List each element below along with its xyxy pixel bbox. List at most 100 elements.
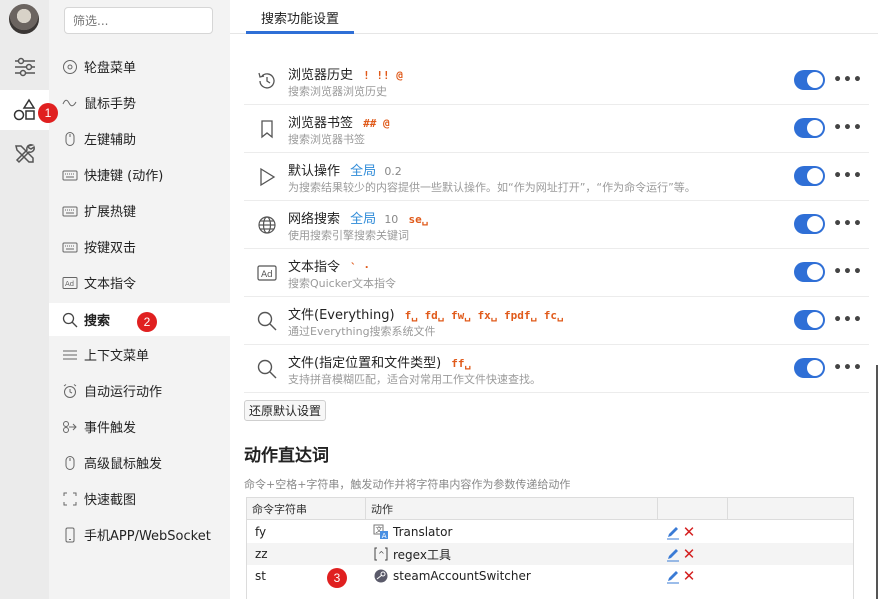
ad-icon: Ad (256, 262, 278, 284)
sidebar-item-label: 文本指令 (84, 277, 137, 292)
sidebar-item-screenshot[interactable]: 快速截图 (49, 482, 230, 515)
feature-prefix: ff␣ (451, 357, 472, 370)
main-panel: 搜索功能设置 浏览器历史 ! !! @ 搜索浏览器浏览历史 ••• 浏览器书签 … (230, 0, 878, 599)
sidebar-item-extended-hotkey[interactable]: 扩展热键 (49, 194, 230, 227)
phone-icon (62, 527, 78, 543)
feature-toggle[interactable] (794, 70, 825, 90)
translate-icon: 文A (373, 524, 389, 540)
feature-title-line: 文件(指定位置和文件类型) ff␣ (288, 352, 471, 371)
feature-row-browser-bookmarks: 浏览器书签 ## @ 搜索浏览器书签 ••• (244, 105, 869, 153)
annotation-marker-3: 3 (327, 568, 347, 588)
feature-toggle[interactable] (794, 358, 825, 378)
feature-scope: 全局 (350, 164, 377, 179)
more-options-icon[interactable]: ••• (833, 167, 862, 185)
crop-icon (62, 491, 78, 507)
sidebar-item-left-click[interactable]: 左键辅助 (49, 122, 230, 155)
more-options-icon[interactable]: ••• (833, 359, 862, 377)
feature-desc: 搜索浏览器浏览历史 (288, 85, 387, 98)
feature-toggle[interactable] (794, 214, 825, 234)
feature-desc: 搜索Quicker文本指令 (288, 277, 397, 290)
sidebar-item-event-trigger[interactable]: 事件触发 (49, 410, 230, 443)
sidebar-item-context-menu[interactable]: 上下文菜单 (49, 338, 230, 371)
feature-prefix: f␣ fd␣ fw␣ fx␣ fpdf␣ fc␣ (404, 309, 564, 322)
sidebar-item-text-command[interactable]: Ad 文本指令 (49, 266, 230, 299)
delete-icon[interactable]: ✕ (682, 545, 696, 563)
more-options-icon[interactable]: ••• (833, 263, 862, 281)
reset-defaults-button[interactable]: 还原默认设置 (244, 400, 326, 421)
sidebar-item-label: 搜索 (84, 314, 111, 329)
sidebar-item-hotkey-action[interactable]: 快捷键 (动作) (49, 158, 230, 191)
table-row[interactable]: zz ^ regex工具 ✕ (247, 543, 853, 565)
sidebar-item-wheel-menu[interactable]: 轮盘菜单 (49, 50, 230, 83)
feature-title: 文件(Everything) (288, 308, 395, 323)
sidebar-item-double-press[interactable]: 按键双击 (49, 230, 230, 263)
table-row[interactable]: fy 文A Translator ✕ (247, 521, 853, 543)
sidebar-item-auto-run[interactable]: 自动运行动作 (49, 374, 230, 407)
sidebar-item-mobile-websocket[interactable]: 手机APP/WebSocket (49, 518, 230, 551)
feature-title-line: 浏览器书签 ## @ (288, 112, 390, 131)
feature-scope: 全局 (350, 212, 377, 227)
filter-input[interactable] (64, 7, 213, 34)
feature-title: 默认操作 (288, 164, 341, 179)
tools-icon[interactable] (0, 134, 49, 174)
action-cell: steamAccountSwitcher (373, 565, 531, 587)
sidebar-item-label: 扩展热键 (84, 205, 137, 220)
feature-desc: 为搜索结果较少的内容提供一些默认操作。如“作为网址打开”，“作为命令运行”等。 (288, 181, 696, 194)
column-header-command[interactable]: 命令字符串 (247, 498, 366, 520)
search-icon (256, 310, 278, 332)
feature-toggle[interactable] (794, 166, 825, 186)
more-options-icon[interactable]: ••• (833, 215, 862, 233)
more-options-icon[interactable]: ••• (833, 119, 862, 137)
sidebar-item-label: 自动运行动作 (84, 385, 163, 400)
feature-title-line: 网络搜索 全局 10 se␣ (288, 208, 428, 227)
feature-desc: 搜索浏览器书签 (288, 133, 365, 146)
feature-title: 浏览器书签 (288, 116, 354, 131)
tab-active-indicator (246, 31, 354, 34)
regex-icon: ^ (373, 546, 389, 562)
feature-desc: 使用搜索引擎搜索关键词 (288, 229, 409, 242)
tab-search-settings[interactable]: 搜索功能设置 (246, 0, 354, 34)
sidebar-item-label: 轮盘菜单 (84, 61, 137, 76)
edit-icon[interactable] (665, 546, 681, 562)
history-icon (256, 70, 278, 92)
sidebar-item-label: 左键辅助 (84, 133, 137, 148)
tab-bar: 搜索功能设置 (230, 0, 878, 34)
nav-sidebar: 轮盘菜单 鼠标手势 左键辅助 快捷键 (动作) 扩展热键 按键双击 Ad 文本指… (49, 0, 230, 599)
edit-icon[interactable] (665, 568, 681, 584)
feature-title: 文件(指定位置和文件类型) (288, 356, 442, 371)
feature-desc: 通过Everything搜索系统文件 (288, 325, 436, 338)
action-name: regex工具 (393, 547, 451, 562)
column-header-action[interactable]: 动作 (366, 498, 658, 520)
feature-title-line: 文本指令 ` · (288, 256, 370, 275)
more-options-icon[interactable]: ••• (833, 311, 862, 329)
edit-icon[interactable] (665, 524, 681, 540)
sidebar-item-advanced-mouse[interactable]: 高级鼠标触发 (49, 446, 230, 479)
svg-text:A: A (382, 532, 387, 540)
avatar[interactable] (9, 4, 39, 34)
command-cell: fy (255, 525, 267, 539)
table-header: 命令字符串 动作 (247, 498, 853, 520)
svg-text:^: ^ (378, 550, 385, 559)
feature-prefix: ` · (350, 261, 371, 274)
section-desc: 命令+空格+字符串，触发动作并将字符串内容作为参数传递给动作 (244, 478, 571, 491)
sliders-icon[interactable] (0, 47, 49, 87)
sidebar-item-label: 手机APP/WebSocket (84, 529, 211, 544)
command-cell: st (255, 569, 266, 583)
feature-toggle[interactable] (794, 310, 825, 330)
delete-icon[interactable]: ✕ (682, 523, 696, 541)
more-options-icon[interactable]: ••• (833, 71, 862, 89)
feature-toggle[interactable] (794, 118, 825, 138)
keyboard-icon (62, 203, 78, 219)
feature-row-text-command: Ad 文本指令 ` · 搜索Quicker文本指令 ••• (244, 249, 869, 297)
annotation-marker-1: 1 (38, 103, 58, 123)
feature-row-browser-history: 浏览器历史 ! !! @ 搜索浏览器浏览历史 ••• (244, 57, 869, 105)
search-icon (256, 358, 278, 380)
sidebar-item-label: 高级鼠标触发 (84, 457, 163, 472)
feature-title: 文本指令 (288, 260, 341, 275)
sidebar-item-mouse-gesture[interactable]: 鼠标手势 (49, 86, 230, 119)
action-name: steamAccountSwitcher (393, 569, 531, 583)
feature-toggle[interactable] (794, 262, 825, 282)
delete-icon[interactable]: ✕ (682, 567, 696, 585)
sidebar-item-label: 按键双击 (84, 241, 137, 256)
action-cell: 文A Translator (373, 521, 452, 543)
